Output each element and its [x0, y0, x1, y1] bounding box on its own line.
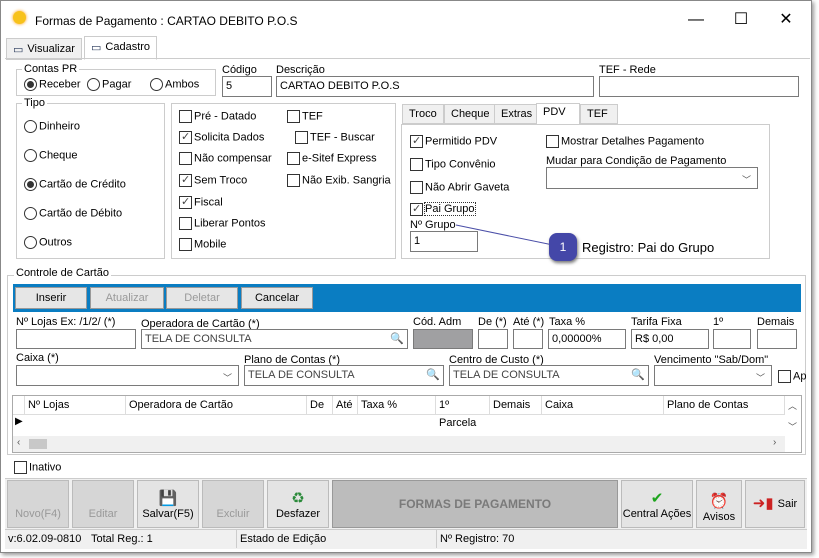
sair-button[interactable]: ➜▮ Sair [745, 480, 805, 528]
undo-icon: ♻ [291, 490, 305, 507]
inserir-button[interactable]: Inserir [15, 287, 87, 309]
avisos-button[interactable]: ⏰ Avisos [696, 480, 742, 528]
scroll-up-arrow[interactable]: ︿ [788, 399, 797, 412]
centro-input[interactable]: TELA DE CONSULTA 🔍 [449, 365, 649, 386]
column-header[interactable]: Taxa % [358, 396, 436, 414]
chevron-down-icon: ﹀ [222, 373, 232, 383]
lojas-input[interactable] [16, 329, 136, 349]
column-header[interactable]: Operadora de Cartão [126, 396, 307, 414]
total-reg-text: Total Reg.: 1 [91, 533, 153, 545]
module-title: FORMAS DE PAGAMENTO [332, 480, 618, 528]
tarifa-input[interactable]: R$ 0,00 [631, 329, 709, 349]
checkbox-inativo[interactable]: Inativo [14, 461, 61, 474]
novo-button[interactable]: Novo(F4) [7, 480, 69, 528]
primeira-parcela-label: 1º [713, 316, 724, 328]
row-indicator-icon: ▶ [15, 416, 23, 427]
chevron-down-icon: ﹀ [755, 373, 765, 383]
checkbox-ap[interactable]: Ap [778, 370, 806, 383]
registro-text: Nº Registro: 70 [436, 530, 514, 548]
tarifa-label: Tarifa Fixa [631, 316, 682, 328]
exit-door-icon: ➜▮ [752, 495, 774, 512]
lookup-icon[interactable]: 🔍 [631, 368, 645, 381]
cancelar-button[interactable]: Cancelar [241, 287, 313, 309]
vencimento-dropdown[interactable]: ﹀ [654, 365, 772, 386]
central-acoes-button[interactable]: ✔ Central Ações [621, 480, 693, 528]
taxa-input[interactable]: 0,00000% [548, 329, 626, 349]
deletar-button[interactable]: Deletar [166, 287, 238, 309]
checkmark-icon: ✔ [650, 490, 664, 507]
version-text: v:6.02.09-0810 [8, 533, 82, 545]
grid-header: Nº Lojas Operadora de Cartão De Até Taxa… [13, 396, 785, 429]
estado-edicao-text: Estado de Edição [236, 530, 326, 548]
demais-input[interactable] [757, 329, 797, 349]
column-header[interactable]: Caixa [542, 396, 664, 414]
demais-label: Demais [757, 316, 795, 328]
callout-text: Registro: Pai do Grupo [582, 240, 715, 255]
save-icon: 💾 [158, 490, 178, 507]
lookup-icon[interactable]: 🔍 [426, 368, 440, 381]
column-header[interactable]: Até [333, 396, 358, 414]
scroll-down-arrow[interactable]: ﹀ [788, 420, 797, 433]
plano-input[interactable]: TELA DE CONSULTA 🔍 [244, 365, 444, 386]
taxa-label: Taxa % [549, 316, 586, 328]
callout-badge: 1 [549, 233, 577, 261]
column-header[interactable]: 1º Parcela [436, 396, 490, 429]
lojas-label: Nº Lojas Ex: /1/2/ (*) [16, 316, 116, 328]
column-header[interactable]: Plano de Contas [664, 396, 785, 414]
cod-adm-input [413, 329, 473, 349]
caixa-dropdown[interactable]: ﹀ [16, 365, 239, 386]
salvar-button[interactable]: 💾 Salvar(F5) [137, 480, 199, 528]
primeira-parcela-input[interactable] [713, 329, 751, 349]
controle-cartao-legend: Controle de Cartão [14, 267, 111, 279]
column-header[interactable]: De [307, 396, 333, 414]
alarm-clock-icon: ⏰ [709, 493, 729, 510]
horizontal-scrollbar[interactable]: ‹ › [13, 436, 785, 452]
ate-label: Até (*) [513, 316, 545, 328]
de-input[interactable] [478, 329, 508, 349]
ate-input[interactable] [513, 329, 543, 349]
atualizar-button[interactable]: Atualizar [90, 287, 164, 309]
lookup-icon[interactable]: 🔍 [390, 332, 404, 345]
cod-adm-label: Cód. Adm [413, 316, 462, 328]
desfazer-button[interactable]: ♻ Desfazer [267, 480, 329, 528]
caixa-label: Caixa (*) [16, 352, 59, 364]
column-header[interactable]: Demais [490, 396, 542, 414]
operadora-input[interactable]: TELA DE CONSULTA 🔍 [141, 329, 408, 349]
editar-button[interactable]: Editar [72, 480, 134, 528]
column-header[interactable]: Nº Lojas [25, 396, 126, 414]
excluir-button[interactable]: Excluir [202, 480, 264, 528]
cartao-grid[interactable]: Nº Lojas Operadora de Cartão De Até Taxa… [12, 395, 802, 453]
de-label: De (*) [478, 316, 507, 328]
